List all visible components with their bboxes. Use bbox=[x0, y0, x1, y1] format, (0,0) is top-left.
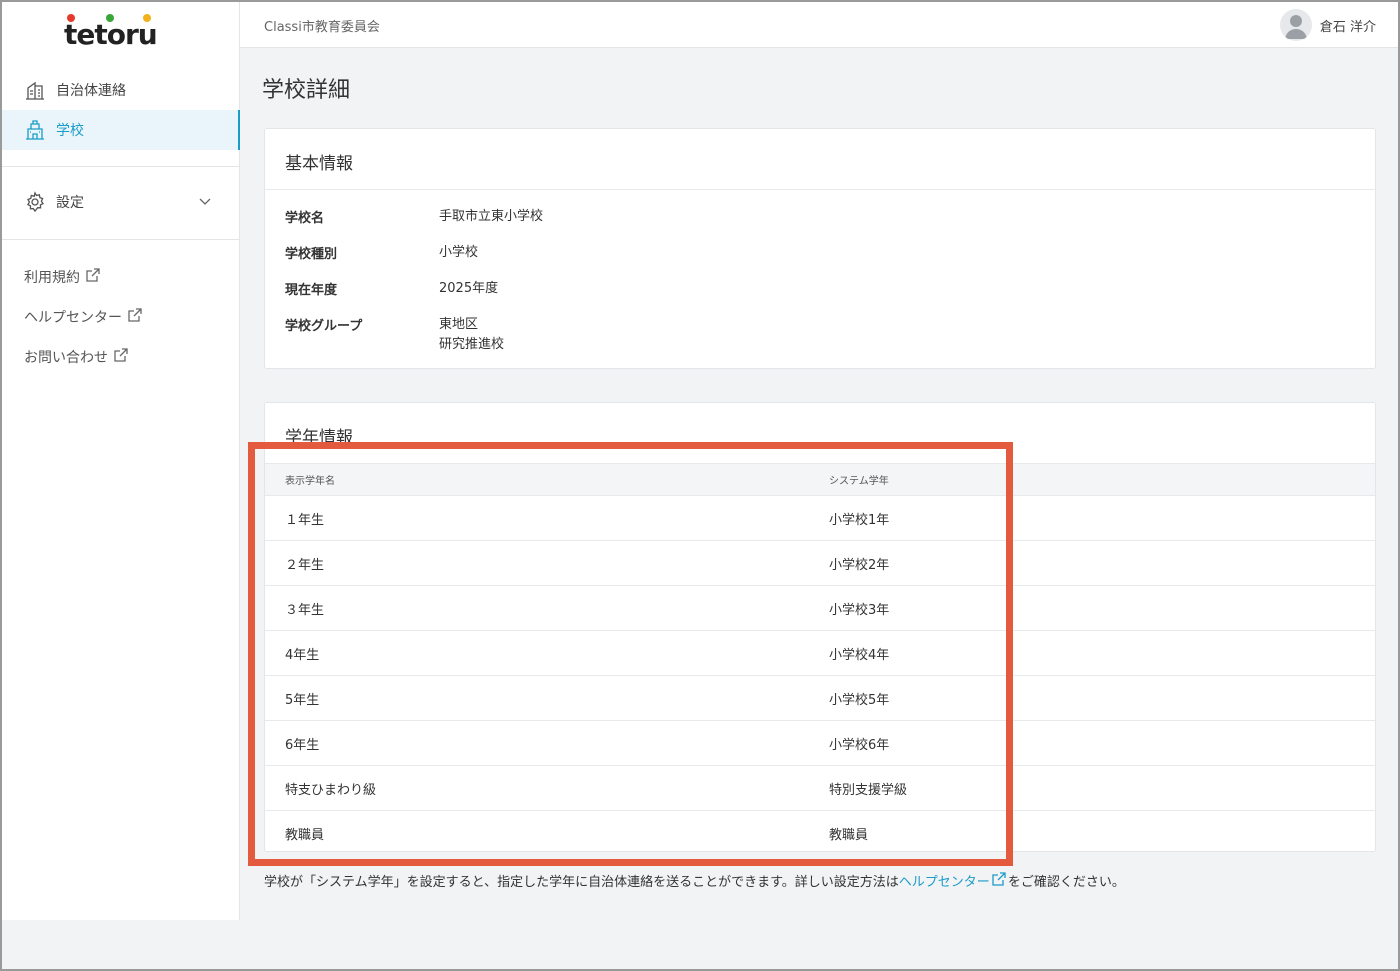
help-center-inline-link[interactable]: ヘルプセンター bbox=[899, 871, 1008, 890]
avatar-icon bbox=[1279, 9, 1312, 41]
card-title: 学年情報 bbox=[285, 428, 353, 448]
terms-link-label: 利用規約 bbox=[24, 270, 80, 286]
cell-system-grade: 小学校6年 bbox=[829, 720, 1375, 766]
info-label: 学校グループ bbox=[285, 319, 363, 334]
organization-name: Classi市教育委員会 bbox=[264, 20, 380, 35]
sidebar-item-settings[interactable]: 設定 bbox=[2, 182, 240, 222]
gear-icon bbox=[24, 191, 46, 213]
info-label: 現在年度 bbox=[285, 283, 338, 298]
top-header: Classi市教育委員会 倉石 洋介 bbox=[240, 2, 1398, 48]
cell-display-grade: ３年生 bbox=[265, 585, 829, 631]
sidebar-item-label: 自治体連絡 bbox=[56, 83, 126, 99]
building-icon bbox=[24, 79, 46, 101]
info-value: 2025年度 bbox=[439, 281, 499, 296]
table-row: ３年生 小学校3年 bbox=[265, 585, 1375, 631]
table-row: 6年生 小学校6年 bbox=[265, 720, 1375, 766]
user-menu[interactable]: 倉石 洋介 bbox=[1279, 9, 1376, 41]
sidebar-item-municipal-contact[interactable]: 自治体連絡 bbox=[2, 70, 240, 110]
sidebar-item-school[interactable]: 学校 bbox=[2, 110, 240, 150]
card-title: 基本情報 bbox=[285, 154, 353, 174]
cell-system-grade: 教職員 bbox=[829, 827, 869, 843]
school-icon bbox=[24, 119, 46, 141]
cell-display-grade: 4年生 bbox=[265, 630, 829, 676]
card-divider bbox=[265, 189, 1375, 190]
cell-display-grade: １年生 bbox=[265, 495, 829, 541]
cell-display-grade: 5年生 bbox=[265, 675, 829, 721]
table-row: 特支ひまわり級 特別支援学級 bbox=[265, 765, 1375, 811]
sidebar-divider bbox=[2, 166, 240, 167]
info-label: 学校種別 bbox=[285, 247, 338, 262]
cell-system-grade: 小学校3年 bbox=[829, 585, 1375, 631]
cell-display-grade: 教職員 bbox=[285, 827, 325, 843]
info-value: 小学校 bbox=[439, 245, 479, 260]
logo-text: tetoru bbox=[64, 18, 158, 51]
external-link-icon bbox=[990, 871, 1008, 890]
footnote-text-end: をご確認ください。 bbox=[1007, 875, 1125, 890]
help-center-link[interactable]: ヘルプセンター bbox=[24, 307, 142, 327]
info-value: 研究推進校 bbox=[439, 337, 505, 352]
table-row: ２年生 小学校2年 bbox=[265, 540, 1375, 586]
table-row: 5年生 小学校5年 bbox=[265, 675, 1375, 721]
table-row: 4年生 小学校4年 bbox=[265, 630, 1375, 676]
footnote: 学校が「システム学年」を設定すると、指定した学年に自治体連絡を送ることができます… bbox=[264, 871, 1125, 890]
terms-link[interactable]: 利用規約 bbox=[24, 267, 100, 287]
table-row: 教職員 教職員 bbox=[265, 811, 1375, 856]
cell-system-grade: 小学校5年 bbox=[829, 675, 1375, 721]
external-link-icon bbox=[122, 308, 142, 326]
table-row: １年生 小学校1年 bbox=[265, 495, 1375, 541]
sidebar: tetoru 自治体連絡 学校 設定 利用規約 ヘルプセンター お問い合わせ bbox=[2, 2, 240, 920]
grade-table: 表示学年名 システム学年 １年生 小学校1年 ２年生 小学校2年 ３年生 小学校3年 … bbox=[265, 463, 1375, 856]
info-value: 東地区 bbox=[439, 317, 479, 332]
info-label: 学校名 bbox=[285, 211, 325, 226]
cell-system-grade: 小学校1年 bbox=[829, 495, 1375, 541]
grade-info-card: 学年情報 表示学年名 システム学年 １年生 小学校1年 ２年生 小学校2年 ３年生小… bbox=[264, 402, 1376, 852]
info-value: 手取市立東小学校 bbox=[439, 209, 544, 224]
contact-link-label: お問い合わせ bbox=[24, 350, 108, 366]
column-header-system-grade: システム学年 bbox=[829, 463, 1375, 496]
help-center-inline-link-label: ヘルプセンター bbox=[898, 875, 990, 890]
external-link-icon bbox=[80, 268, 100, 286]
sidebar-item-label: 設定 bbox=[56, 195, 84, 211]
cell-system-grade: 小学校4年 bbox=[829, 630, 1375, 676]
footnote-text: 学校が「システム学年」を設定すると、指定した学年に自治体連絡を送ることができます… bbox=[264, 875, 899, 890]
sidebar-item-label: 学校 bbox=[56, 123, 84, 139]
sidebar-divider bbox=[2, 239, 240, 240]
cell-system-grade: 特別支援学級 bbox=[829, 765, 1375, 811]
user-name: 倉石 洋介 bbox=[1319, 19, 1376, 35]
cell-display-grade: 特支ひまわり級 bbox=[265, 765, 829, 811]
help-center-link-label: ヘルプセンター bbox=[24, 310, 122, 326]
tetoru-logo[interactable]: tetoru bbox=[64, 12, 176, 52]
column-header-display-grade: 表示学年名 bbox=[265, 463, 829, 496]
cell-display-grade: 6年生 bbox=[265, 720, 829, 766]
chevron-down-icon bbox=[198, 194, 212, 212]
table-header-row: 表示学年名 システム学年 bbox=[265, 463, 1375, 496]
external-link-icon bbox=[108, 348, 128, 366]
page-title: 学校詳細 bbox=[262, 78, 351, 103]
cell-display-grade: ２年生 bbox=[265, 540, 829, 586]
cell-system-grade: 小学校2年 bbox=[829, 540, 1375, 586]
basic-info-card: 基本情報 学校名 手取市立東小学校 学校種別 小学校 現在年度 2025年度 学… bbox=[264, 128, 1376, 369]
contact-link[interactable]: お問い合わせ bbox=[24, 347, 128, 367]
